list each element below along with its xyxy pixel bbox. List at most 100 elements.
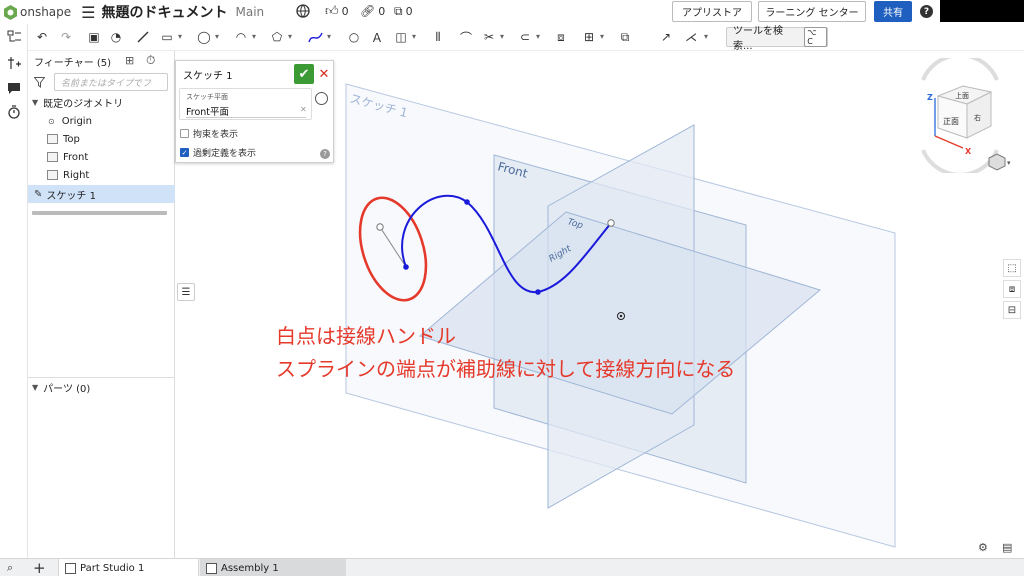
like-button[interactable]: 👍︎ 0: [325, 4, 349, 19]
rotate-arrow-icon: [921, 149, 999, 173]
feature-list-icon[interactable]: [6, 29, 22, 45]
tree-row-top[interactable]: Top: [28, 130, 175, 148]
chevron-down-icon[interactable]: ▾: [325, 32, 333, 41]
tree-row-origin[interactable]: ⊙ Origin: [28, 112, 175, 130]
offset-icon[interactable]: ⊂: [517, 29, 533, 45]
measure-icon[interactable]: ⊟: [1003, 301, 1021, 319]
arc-tool-icon[interactable]: ◠: [233, 29, 249, 45]
display-mode-icon[interactable]: ⬚: [1003, 259, 1021, 277]
add-tab-icon[interactable]: +: [33, 559, 46, 576]
feature-filter-row: 名前またはタイプでフ: [28, 71, 174, 93]
sketch-dialog: スケッチ 1 ✔ ✕ スケッチ平面 Front平面 ✕ 拘束を表示 ✓ 過剰定義…: [175, 60, 334, 163]
tab-assembly-1[interactable]: Assembly 1: [200, 559, 346, 576]
account-menu[interactable]: [940, 0, 1024, 22]
variable-icon[interactable]: [6, 55, 22, 71]
feature-search-input[interactable]: 名前またはタイプでフ: [54, 73, 168, 91]
construction-icon[interactable]: ◫: [393, 29, 409, 45]
rectangle-tool-icon[interactable]: ▭: [159, 29, 175, 45]
chevron-down-icon[interactable]: ▼: [32, 98, 38, 107]
search-tabs-icon[interactable]: ⌕: [7, 561, 13, 575]
links-button[interactable]: 🔗︎ 0: [360, 4, 385, 18]
sketch-plane-value[interactable]: Front平面: [186, 104, 306, 118]
feature-scrollbar[interactable]: [32, 211, 167, 215]
app-store-button[interactable]: アプリストア: [672, 1, 752, 22]
show-overdefined-checkbox[interactable]: ✓ 過剰定義を表示: [180, 146, 256, 159]
chevron-down-icon[interactable]: ▾: [598, 32, 606, 41]
camera-icon[interactable]: ▤: [1002, 541, 1012, 554]
text-tool-icon[interactable]: Ａ: [369, 29, 385, 45]
polygon-tool-icon[interactable]: ⬠: [269, 29, 285, 45]
view-cube-menu-icon: [988, 153, 1006, 171]
chevron-down-icon[interactable]: ▼: [32, 383, 38, 392]
help-icon[interactable]: ?: [320, 149, 330, 159]
menu-icon[interactable]: ☰: [81, 3, 95, 22]
onshape-logo[interactable]: onshape: [4, 4, 71, 20]
toolbar: ↶ ↷ ▣ ◔ ▭ ▾ ◯ ▾ ◠ ▾ ⬠ ▾ ▾ ○ Ａ ◫ ▾ ⫴ ⌒ ✂ …: [28, 24, 1024, 52]
accept-button[interactable]: ✔: [294, 64, 314, 84]
history-icon[interactable]: [315, 92, 328, 105]
help-icon[interactable]: ?: [920, 5, 933, 18]
fillet-icon[interactable]: ⌒: [458, 29, 474, 45]
pattern-icon[interactable]: ⊞: [581, 29, 597, 45]
constraint-icon[interactable]: ⋌: [683, 29, 699, 45]
timer-icon[interactable]: [6, 104, 22, 120]
extrude-icon[interactable]: ◔: [108, 29, 124, 45]
learning-center-button[interactable]: ラーニング センター: [758, 1, 866, 22]
dimension-icon[interactable]: ⫴: [430, 29, 446, 45]
share-button[interactable]: 共有: [874, 1, 912, 22]
chevron-down-icon[interactable]: ▾: [286, 32, 294, 41]
add-folder-icon[interactable]: ⊞: [125, 54, 134, 67]
chevron-down-icon[interactable]: ▾: [213, 32, 221, 41]
chevron-down-icon[interactable]: ▾: [176, 32, 184, 41]
spline-point: [464, 199, 470, 205]
chevron-down-icon[interactable]: ▾: [534, 32, 542, 41]
tool-search-button[interactable]: ツールを検索... ⌥ C: [726, 26, 828, 52]
mate-icon[interactable]: ⚙︎: [978, 541, 988, 554]
tree-label: Front: [63, 151, 89, 163]
view-cube[interactable]: 上面 正面 右 Z X ▾: [905, 58, 1015, 173]
checkbox-icon[interactable]: [180, 129, 189, 138]
globe-icon[interactable]: [296, 4, 310, 18]
section-view-icon[interactable]: ⧈: [1003, 280, 1021, 298]
spline-tool-icon[interactable]: [307, 29, 323, 45]
sketch-tool-icon[interactable]: ▣: [86, 29, 102, 45]
sketch-plane-field[interactable]: スケッチ平面 Front平面 ✕: [179, 88, 312, 120]
parts-list-header[interactable]: ▼ パーツ (0): [28, 377, 175, 397]
use-icon[interactable]: ↗: [658, 29, 674, 45]
tree-label: スケッチ 1: [46, 190, 96, 202]
tree-row-sketch-1[interactable]: ✎ スケッチ 1: [28, 185, 175, 203]
tool-search-label: ツールを検索...: [733, 26, 783, 52]
document-title[interactable]: 無題のドキュメント: [102, 2, 228, 22]
workspace-label[interactable]: Main: [236, 5, 265, 19]
thumbs-up-icon: 👍︎: [325, 4, 339, 19]
clear-icon[interactable]: ✕: [300, 105, 307, 114]
tree-row-front[interactable]: Front: [28, 148, 175, 166]
comment-icon[interactable]: [6, 80, 22, 96]
chevron-down-icon[interactable]: ▾: [498, 32, 506, 41]
chevron-down-icon[interactable]: ▾: [250, 32, 258, 41]
mirror-icon[interactable]: ⧈: [553, 29, 569, 45]
sketch-name-input[interactable]: スケッチ 1: [179, 64, 293, 84]
undo-icon[interactable]: ↶: [34, 29, 50, 45]
redo-icon[interactable]: ↷: [58, 29, 74, 45]
cancel-button[interactable]: ✕: [317, 64, 331, 84]
tree-row-default-geometry[interactable]: ▼ 既定のジオメトリ: [28, 93, 175, 111]
transform-icon[interactable]: ⧉: [617, 29, 633, 45]
show-constraints-checkbox[interactable]: 拘束を表示: [180, 127, 238, 140]
list-toggle-icon[interactable]: ☰: [177, 283, 195, 301]
circle-tool-icon[interactable]: ◯: [196, 29, 212, 45]
tool-search-shortcut: ⌥ C: [804, 27, 827, 47]
chevron-down-icon[interactable]: ▾: [410, 32, 418, 41]
line-tool-icon[interactable]: [135, 29, 151, 45]
rollback-timer-icon[interactable]: ⏱︎: [146, 53, 155, 68]
trim-icon[interactable]: ✂: [481, 29, 497, 45]
tree-row-right[interactable]: Right: [28, 166, 175, 184]
checkbox-checked-icon[interactable]: ✓: [180, 148, 189, 157]
copies-button[interactable]: ⧉ 0: [394, 4, 413, 19]
chevron-down-icon[interactable]: ▾: [702, 32, 710, 41]
tab-part-studio-1[interactable]: Part Studio 1: [58, 559, 199, 576]
tangent-handle-point: [607, 219, 615, 227]
point-tool-icon[interactable]: ○: [346, 29, 362, 45]
filter-icon[interactable]: [34, 76, 45, 88]
sketch-plane-field-label: スケッチ平面: [186, 93, 228, 101]
